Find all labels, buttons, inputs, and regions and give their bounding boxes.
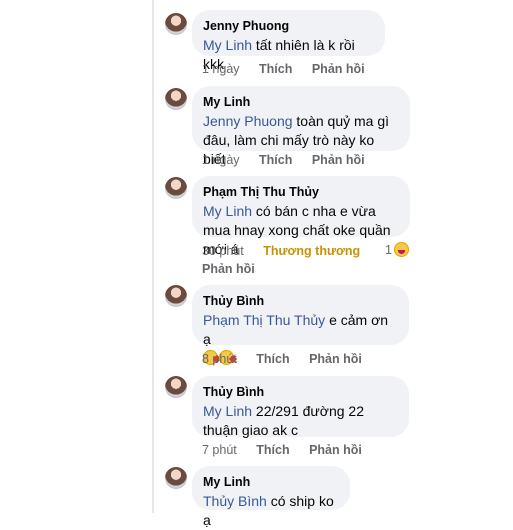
reply-button[interactable]: Phản hồi [309, 351, 362, 367]
comment-bubble: My Linh Jenny Phuong toàn quỷ ma gì đâu,… [192, 86, 410, 167]
haha-icon[interactable] [394, 242, 409, 257]
comment-bubble: Thủy Bình Phạm Thị Thu Thủy e cảm ơn ạ. [192, 285, 409, 366]
avatar[interactable] [165, 13, 187, 35]
comment-actions: 1 ngày Thích Phản hồi [202, 61, 365, 77]
avatar[interactable] [165, 88, 187, 110]
comment-time[interactable]: 30 phút [202, 243, 244, 259]
avatar[interactable] [165, 467, 187, 489]
reply-button[interactable]: Phản hồi [312, 152, 365, 168]
comment-author[interactable]: My Linh [203, 94, 398, 110]
thread-line [152, 0, 154, 513]
reply-button[interactable]: Phản hồi [309, 442, 362, 458]
avatar[interactable] [165, 376, 187, 398]
reply-button[interactable]: Phản hồi [312, 61, 365, 77]
like-button[interactable]: Thích [259, 152, 292, 168]
like-button[interactable]: Thích [256, 351, 289, 367]
comment-text: Thủy Bình có ship ko ạ [203, 492, 338, 530]
comment-time[interactable]: 1 ngày [202, 61, 240, 77]
comment-text: My Linh 22/291 đường 22 thuận giao ak c [203, 402, 397, 440]
mention-link[interactable]: My Linh [203, 37, 252, 53]
mention-link[interactable]: Jenny Phuong [203, 113, 293, 129]
comment-actions: 1 ngày Thích Phản hồi [202, 152, 365, 168]
comment-time[interactable]: 7 phút [202, 442, 237, 458]
reaction-button[interactable]: Thương thương [263, 243, 360, 259]
like-button[interactable]: Thích [259, 61, 292, 77]
like-button[interactable]: Thích [256, 442, 289, 458]
comment-author[interactable]: Phạm Thị Thu Thủy [203, 184, 398, 200]
mention-link[interactable]: Phạm Thị Thu Thủy [203, 312, 325, 328]
mention-link[interactable]: My Linh [203, 203, 252, 219]
comment-bubble: Phạm Thị Thu Thủy My Linh có bán c nha e… [192, 176, 410, 257]
comment-time[interactable]: 1 ngày [202, 152, 240, 168]
comment-author[interactable]: My Linh [203, 474, 338, 490]
comment-bubble: Thủy Bình My Linh 22/291 đường 22 thuận … [192, 376, 409, 440]
mention-link[interactable]: My Linh [203, 403, 252, 419]
comment-bubble: Jenny Phuong My Linh tất nhiên là k rồi … [192, 10, 385, 72]
mention-link[interactable]: Thủy Bình [203, 493, 267, 509]
reaction-count[interactable]: 1 [385, 243, 392, 257]
avatar[interactable] [165, 177, 187, 199]
comment-bubble: My Linh Thủy Bình có ship ko ạ [192, 466, 350, 528]
comment-actions-wrap: Phản hồi [202, 261, 255, 277]
comment-actions: 8 phút Thích Phản hồi [202, 351, 362, 367]
comment-author[interactable]: Thủy Bình [203, 384, 397, 400]
comment-author[interactable]: Thủy Bình [203, 293, 397, 309]
comment-author[interactable]: Jenny Phuong [203, 18, 373, 34]
avatar[interactable] [165, 285, 187, 307]
comment-actions: 30 phút Thương thương [202, 243, 376, 259]
comment-actions: 7 phút Thích Phản hồi [202, 442, 362, 458]
comment-time[interactable]: 8 phút [202, 351, 237, 367]
reply-button[interactable]: Phản hồi [202, 261, 255, 277]
